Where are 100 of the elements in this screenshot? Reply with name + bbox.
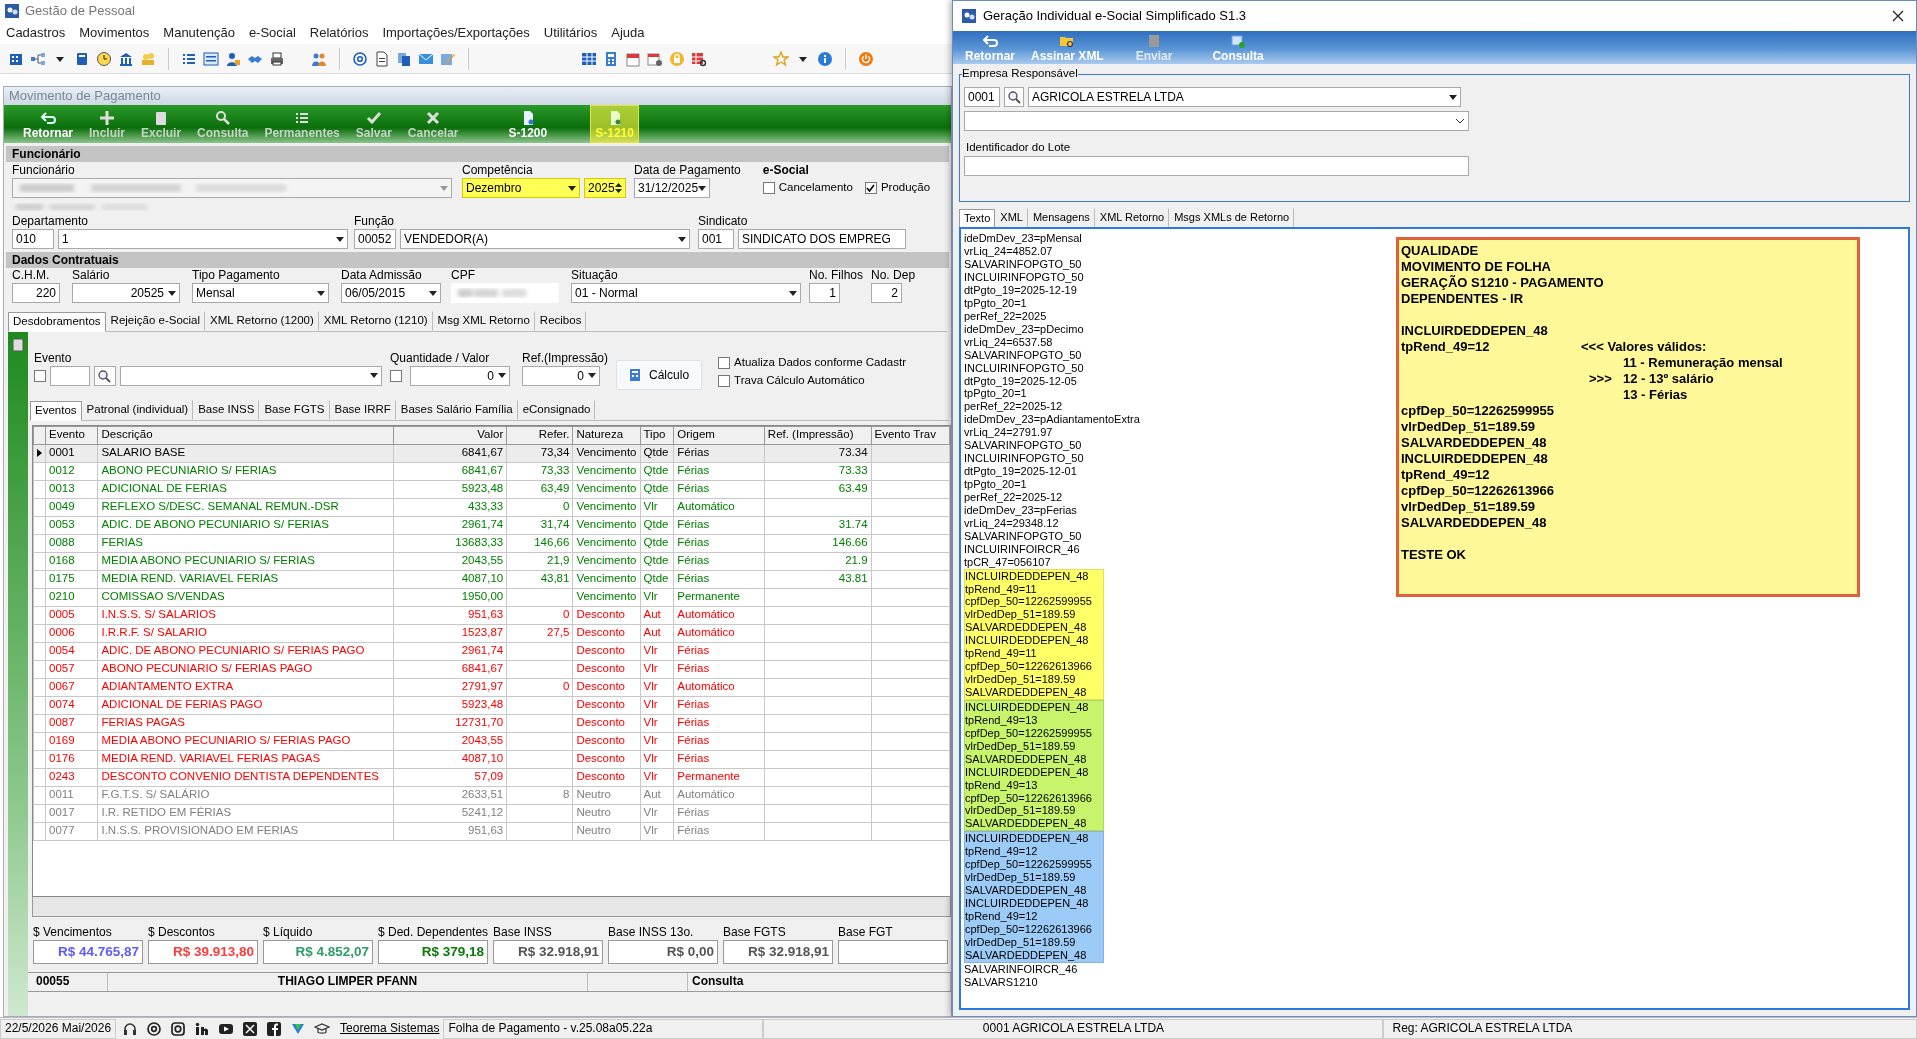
person-icon[interactable] [225, 50, 241, 67]
log-line: ideDmDev_23=pAdiantamentoExtra [964, 413, 1141, 427]
input-field[interactable] [50, 365, 90, 386]
column-header[interactable]: Valor [393, 426, 507, 445]
network-logo-icon[interactable] [194, 1020, 211, 1037]
log-line: INCLUIRDEDDEPEN_48 [965, 700, 1090, 714]
log-line: INCLUIRINFOPGTO_50 [964, 361, 1085, 375]
table-cell: MEDIA ABONO PECUNIARIO S/ FERIAS PAGO [97, 732, 394, 751]
power-icon[interactable] [858, 50, 874, 67]
star-icon[interactable] [773, 50, 789, 67]
toolbar-button[interactable]: S-1200 [503, 105, 553, 143]
salary-dropdown[interactable]: 20525 [72, 283, 180, 303]
input-field[interactable] [964, 156, 1469, 176]
quantity-dropdown[interactable]: 0 [410, 365, 510, 386]
checkbox[interactable] [34, 369, 46, 382]
company-dropdown[interactable]: AGRICOLA ESTRELA LTDA [1028, 87, 1461, 107]
clock-icon[interactable] [96, 50, 112, 67]
table-cell: Vencimento [572, 516, 640, 535]
search-button[interactable] [1004, 87, 1024, 107]
printer-icon[interactable] [269, 50, 285, 67]
cross-logo-icon[interactable] [242, 1020, 259, 1037]
input-field[interactable]: 010 [12, 229, 54, 249]
input-field[interactable] [451, 283, 559, 303]
menu-item[interactable]: Manutenção [163, 25, 235, 41]
date-dropdown[interactable]: 06/05/2015 [341, 283, 441, 303]
camera-icon[interactable] [170, 1020, 187, 1037]
column-header[interactable]: Natureza [572, 426, 640, 445]
date-dropdown[interactable]: 31/12/2025 [634, 178, 710, 198]
menu-item[interactable]: e-Social [248, 25, 296, 41]
tab[interactable]: Eventos [30, 400, 82, 421]
headset-icon[interactable] [122, 1020, 139, 1037]
table-cell: 73.33 [764, 462, 872, 481]
column-header[interactable]: Origem [673, 426, 765, 445]
field-label: Data de Pagamento [634, 163, 741, 178]
info-icon[interactable] [817, 50, 833, 67]
field-label: Departamento [12, 214, 90, 229]
bank-icon[interactable] [118, 50, 134, 67]
calculator-icon[interactable] [603, 50, 619, 67]
checkbox[interactable] [864, 182, 877, 194]
checkbox[interactable] [390, 369, 402, 382]
table-search-icon[interactable] [691, 50, 707, 67]
input-field[interactable]: 00052 [354, 229, 396, 249]
document-icon[interactable] [374, 50, 390, 67]
caret-icon [698, 185, 707, 191]
toolbar-button[interactable]: Retornar [18, 105, 78, 143]
tab[interactable]: Texto [959, 209, 996, 229]
input-field[interactable]: 2 [871, 283, 903, 303]
menu-item[interactable]: Movimentos [79, 25, 150, 41]
table-cell: I.N.S.S. S/ SALARIOS [97, 606, 394, 625]
table-cell: Desconto [572, 750, 640, 769]
calendar-gear-icon[interactable] [647, 50, 663, 67]
table-cell: Aut [640, 606, 674, 625]
menu-item[interactable]: Importações/Exportações [382, 25, 530, 41]
menu-item[interactable]: Relatórios [309, 25, 369, 41]
table-cell: Férias [673, 462, 765, 481]
calendar-icon[interactable] [625, 50, 641, 67]
column-header[interactable]: Tipo [640, 426, 674, 445]
checkbox[interactable] [718, 357, 731, 370]
square-logo-icon[interactable] [266, 1020, 283, 1037]
status-dropdown[interactable]: 01 - Normal [571, 283, 801, 303]
copy-icon[interactable] [396, 50, 412, 67]
network-icon[interactable] [30, 50, 46, 67]
column-header[interactable]: Refer. [506, 426, 573, 445]
text-area[interactable] [959, 227, 1910, 1010]
menu-item[interactable]: Ajuda [611, 25, 645, 41]
close-button[interactable] [1892, 10, 1904, 22]
input-field[interactable]: 1 [809, 283, 840, 303]
input-field[interactable]: SINDICATO DOS EMPREG [738, 229, 906, 249]
input-field[interactable]: 001 [698, 229, 734, 249]
year-spinner[interactable]: 2025 [584, 178, 626, 198]
total-value: R$ 44.765,87 [33, 939, 143, 964]
book-icon[interactable] [74, 50, 90, 67]
column-header[interactable]: Descrição [97, 426, 394, 445]
payment-type-dropdown[interactable]: Mensal [192, 283, 329, 303]
menu-item[interactable]: Cadastros [6, 25, 66, 41]
table-cell: 0057 [45, 660, 98, 679]
department-dropdown[interactable]: 1 [58, 229, 348, 249]
menu-item[interactable]: Utilitários [543, 25, 598, 41]
search-button[interactable] [94, 365, 116, 386]
log-line: tpRend_49=13 [965, 713, 1039, 727]
column-header[interactable]: Evento [45, 426, 98, 445]
field-label: $ Descontos [148, 924, 216, 940]
graduation-cap-icon[interactable] [314, 1020, 331, 1037]
calculate-button[interactable]: Cálculo [616, 359, 703, 390]
checkbox[interactable] [718, 374, 731, 387]
table-cell: DESCONTO CONVENIO DENTISTA DEPENDENTES [97, 768, 394, 787]
spreadsheet-icon[interactable] [581, 50, 597, 67]
tab[interactable]: Desdobramentos [8, 312, 106, 332]
month-dropdown[interactable]: Dezembro [462, 178, 580, 198]
input-field[interactable]: 220 [12, 283, 60, 303]
role-dropdown[interactable]: VENDEDOR(A) [400, 229, 690, 249]
column-header[interactable]: Evento Trav [871, 426, 950, 445]
input-field[interactable]: 0001 [964, 87, 1000, 107]
log-line: SALVARDEDDEPEN_48 [965, 752, 1088, 766]
plus-icon [99, 109, 115, 126]
form-icon[interactable] [203, 50, 219, 67]
reference-dropdown[interactable]: 0 [522, 365, 600, 386]
checkbox[interactable] [762, 182, 775, 194]
website-link[interactable]: Teorema Sistemas [336, 1021, 444, 1036]
column-header[interactable]: Ref. (Impressão) [764, 426, 872, 445]
